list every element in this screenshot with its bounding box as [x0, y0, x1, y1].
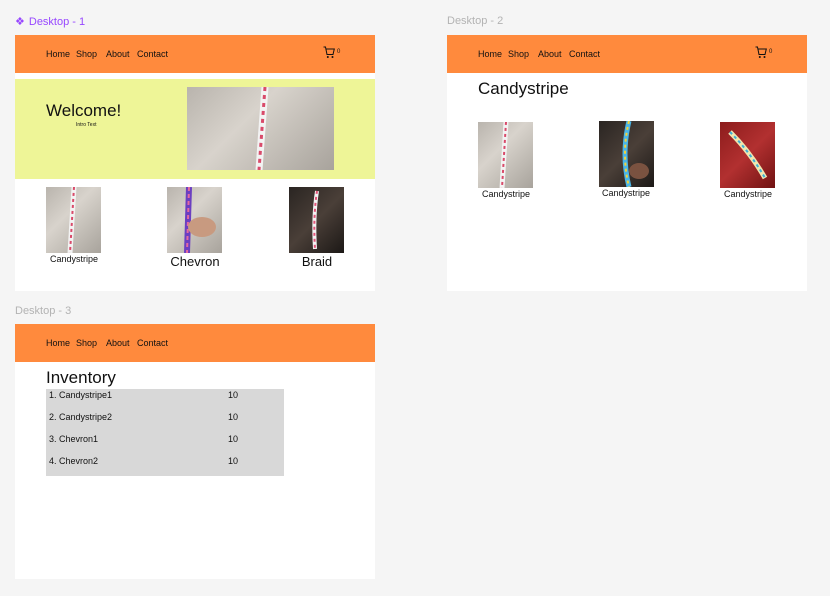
- product-image-chevron[interactable]: [167, 187, 222, 253]
- nav-about-link[interactable]: About: [106, 49, 130, 59]
- nav-contact-link[interactable]: Contact: [137, 49, 168, 59]
- item-quantity: 10: [228, 412, 239, 422]
- nav-home-link[interactable]: Home: [46, 338, 70, 348]
- bracelet-photo: [255, 87, 269, 170]
- frame-label-desktop-2[interactable]: Desktop - 2: [447, 15, 503, 27]
- hero-subtitle: Intro Text: [76, 122, 97, 128]
- product-caption: Candystripe: [723, 189, 773, 199]
- hero-image: [187, 87, 334, 170]
- navbar: Home Shop About Contact 0: [447, 35, 807, 73]
- nav-about-link[interactable]: About: [538, 49, 562, 59]
- frame-label-desktop-1[interactable]: ❖ Desktop - 1: [15, 15, 85, 28]
- nav-shop-link[interactable]: Shop: [76, 338, 97, 348]
- item-quantity: 10: [228, 390, 239, 400]
- product-image-candystripe[interactable]: [46, 187, 101, 253]
- bracelet-photo: [622, 121, 649, 187]
- hero-banner: Welcome! Intro Text: [15, 79, 375, 179]
- frame-desktop-2[interactable]: Home Shop About Contact 0 Candystripe Ca…: [447, 35, 807, 291]
- nav-contact-link[interactable]: Contact: [137, 338, 168, 348]
- item-quantity: 10: [228, 434, 239, 444]
- bracelet-photo: [499, 122, 509, 188]
- page-title: Candystripe: [478, 79, 569, 98]
- product-caption: Candystripe: [481, 189, 531, 199]
- item-name: 4. Chevron2: [49, 456, 99, 466]
- nav-shop-link[interactable]: Shop: [76, 49, 97, 59]
- product-image-candystripe-1[interactable]: [478, 122, 533, 188]
- navbar: Home Shop About Contact 0: [15, 35, 375, 73]
- cart-count: 0: [769, 49, 773, 55]
- cart-icon: [323, 46, 335, 58]
- product-image-candystripe-2[interactable]: [599, 121, 654, 187]
- page-title: Inventory: [46, 368, 116, 387]
- table-row[interactable]: 2. Candystripe2 10: [46, 411, 284, 433]
- bracelet-photo: [728, 130, 768, 180]
- product-caption: Braid: [301, 254, 333, 269]
- nav-home-link[interactable]: Home: [478, 49, 502, 59]
- cart-button[interactable]: 0: [323, 46, 340, 64]
- frame-desktop-3[interactable]: Home Shop About Contact Inventory 1. Can…: [15, 324, 375, 579]
- frame-label-text: Desktop - 1: [28, 16, 86, 28]
- product-image-braid[interactable]: [289, 187, 344, 253]
- product-caption: Candystripe: [601, 188, 651, 198]
- frame-label-desktop-3[interactable]: Desktop - 3: [15, 305, 71, 317]
- product-caption: Candystripe: [49, 254, 99, 264]
- navbar: Home Shop About Contact: [15, 324, 375, 362]
- cart-button[interactable]: 0: [755, 46, 772, 64]
- nav-contact-link[interactable]: Contact: [569, 49, 600, 59]
- frame-desktop-1[interactable]: Home Shop About Contact 0 Welcome! Intro…: [15, 35, 375, 291]
- product-caption: Chevron: [170, 254, 220, 269]
- hero-title: Welcome!: [46, 101, 122, 120]
- cart-icon: [755, 46, 767, 58]
- table-row[interactable]: 1. Candystripe1 10: [46, 389, 284, 411]
- nav-about-link[interactable]: About: [106, 338, 130, 348]
- item-name: 3. Chevron1: [49, 434, 99, 444]
- nav-shop-link[interactable]: Shop: [508, 49, 529, 59]
- item-name: 2. Candystripe2: [49, 412, 113, 422]
- item-name: 1. Candystripe1: [49, 390, 113, 400]
- item-quantity: 10: [228, 456, 239, 466]
- nav-home-link[interactable]: Home: [46, 49, 70, 59]
- cart-count: 0: [337, 49, 341, 55]
- bracelet-photo: [312, 190, 319, 250]
- component-icon: ❖: [15, 16, 25, 28]
- bracelet-photo: [67, 187, 77, 253]
- table-row[interactable]: 3. Chevron1 10: [46, 433, 284, 455]
- inventory-table: 1. Candystripe1 10 2. Candystripe2 10 3.…: [46, 389, 284, 476]
- table-row[interactable]: 4. Chevron2 10: [46, 455, 284, 477]
- bracelet-photo: [184, 187, 216, 253]
- product-image-candystripe-3[interactable]: [720, 122, 775, 188]
